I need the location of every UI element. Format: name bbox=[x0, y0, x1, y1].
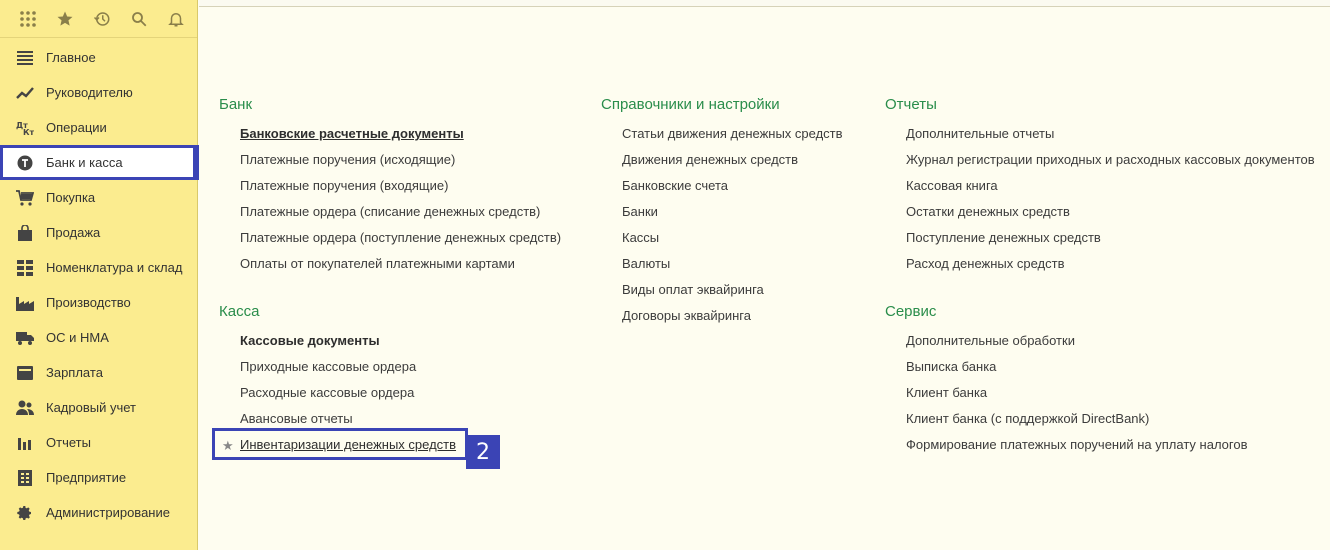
grid-icon[interactable] bbox=[9, 0, 46, 38]
link-rashodnye-ordera[interactable]: Расходные кассовые ордера bbox=[219, 384, 579, 410]
sidebar-item-kadrovyy-uchet[interactable]: Кадровый учет bbox=[0, 390, 197, 425]
trend-icon bbox=[16, 84, 34, 102]
link-dop-otchety[interactable]: Дополнительные отчеты bbox=[885, 125, 1325, 151]
sidebar-item-prodazha[interactable]: Продажа bbox=[0, 215, 197, 250]
truck-icon bbox=[16, 329, 34, 347]
sidebar-item-label: Отчеты bbox=[46, 435, 91, 450]
gear-icon bbox=[16, 504, 34, 522]
link-dvizheniya[interactable]: Движения денежных средств bbox=[601, 151, 871, 177]
sidebar-item-zarplata[interactable]: Зарплата bbox=[0, 355, 197, 390]
sidebar-item-pokupka[interactable]: Покупка bbox=[0, 180, 197, 215]
link-kassy[interactable]: Кассы bbox=[601, 229, 871, 255]
link-prihodnye-ordera[interactable]: Приходные кассовые ордера bbox=[219, 358, 579, 384]
link-bankovskie-dokumenty[interactable]: Банковские расчетные документы bbox=[219, 125, 579, 151]
sidebar-item-label: Зарплата bbox=[46, 365, 103, 380]
link-dogovory-ekvairinga[interactable]: Договоры эквайринга bbox=[601, 307, 871, 333]
favorite-star-icon[interactable]: ★ bbox=[222, 437, 234, 455]
sidebar-item-otchety[interactable]: Отчеты bbox=[0, 425, 197, 460]
sidebar-item-predpriyatie[interactable]: Предприятие bbox=[0, 460, 197, 495]
link-dop-obrabotki[interactable]: Дополнительные обработки bbox=[885, 332, 1325, 358]
cart-icon bbox=[16, 189, 34, 207]
sidebar-item-label: Производство bbox=[46, 295, 131, 310]
sidebar-item-label: Кадровый учет bbox=[46, 400, 136, 415]
sidebar-item-label: Администрирование bbox=[46, 505, 170, 520]
link-stati-dvizheniya[interactable]: Статьи движения денежных средств bbox=[601, 125, 871, 151]
building-icon bbox=[16, 469, 34, 487]
link-ostatki[interactable]: Остатки денежных средств bbox=[885, 203, 1325, 229]
sidebar-item-label: Операции bbox=[46, 120, 107, 135]
link-platezhnye-ordera-spisanie[interactable]: Платежные ордера (списание денежных сред… bbox=[219, 203, 579, 229]
star-icon[interactable] bbox=[46, 0, 83, 38]
sidebar-item-glavnoe[interactable]: Главное bbox=[0, 40, 197, 75]
section-title-otchety: Отчеты bbox=[885, 96, 937, 113]
link-postuplenie[interactable]: Поступление денежных средств bbox=[885, 229, 1325, 255]
sidebar-item-administrirovanie[interactable]: Администрирование bbox=[0, 495, 197, 530]
sidebar-item-label: Банк и касса bbox=[46, 155, 123, 170]
section-title-spravochniki: Справочники и настройки bbox=[601, 96, 780, 113]
link-kassovaya-kniga[interactable]: Кассовая книга bbox=[885, 177, 1325, 203]
link-valyuty[interactable]: Валюты bbox=[601, 255, 871, 281]
link-bankovskie-scheta[interactable]: Банковские счета bbox=[601, 177, 871, 203]
link-formirovanie-porucheniy[interactable]: Формирование платежных поручений на упла… bbox=[885, 436, 1325, 462]
bell-icon[interactable] bbox=[157, 0, 194, 38]
sidebar-item-nomenklatura[interactable]: Номенклатура и склад bbox=[0, 250, 197, 285]
sidebar-item-label: Продажа bbox=[46, 225, 101, 240]
sidebar-item-label: Предприятие bbox=[46, 470, 127, 485]
sidebar: Главное Руководителю Дт Кт Операции Банк … bbox=[0, 0, 231, 550]
column-otchety-servis: Отчеты Дополнительные отчеты Журнал реги… bbox=[885, 95, 1325, 462]
bank-coin-icon bbox=[16, 154, 34, 172]
section-title-servis: Сервис bbox=[885, 303, 937, 320]
sidebar-item-label: Главное bbox=[46, 50, 96, 65]
wallet-icon bbox=[16, 364, 34, 382]
link-vypiska-banka[interactable]: Выписка банка bbox=[885, 358, 1325, 384]
factory-icon bbox=[16, 294, 34, 312]
sidebar-item-label: Руководителю bbox=[46, 85, 133, 100]
sidebar-item-label: Покупка bbox=[46, 190, 96, 205]
annotation-badge-2: 2 bbox=[466, 435, 500, 469]
sidebar-item-bank-i-kassa[interactable]: Банк и касса bbox=[0, 145, 231, 180]
people-icon bbox=[16, 399, 34, 417]
top-bar bbox=[199, 0, 1330, 7]
link-platezhnye-ordera-postuplenie[interactable]: Платежные ордера (поступление денежных с… bbox=[219, 229, 579, 255]
dt-kt-icon: Дт Кт bbox=[16, 119, 34, 137]
bar-chart-icon bbox=[16, 434, 34, 452]
sidebar-item-label: Номенклатура и склад bbox=[46, 260, 183, 275]
section-title-bank: Банк bbox=[219, 96, 253, 113]
sidebar-item-os-i-nma[interactable]: ОС и НМА bbox=[0, 320, 197, 355]
main-content: Банк Банковские расчетные документы Плат… bbox=[199, 0, 1330, 550]
search-icon[interactable] bbox=[120, 0, 157, 38]
link-platezhnye-porucheniya-ishod[interactable]: Платежные поручения (исходящие) bbox=[219, 151, 579, 177]
link-oplaty-kartami[interactable]: Оплаты от покупателей платежными картами bbox=[219, 255, 579, 281]
menu-lines-icon bbox=[16, 49, 34, 67]
highlight-box bbox=[212, 428, 468, 460]
sidebar-toolbar bbox=[0, 0, 197, 38]
column-bank-kassa: Банк Банковские расчетные документы Плат… bbox=[212, 95, 579, 462]
sidebar-item-proizvodstvo[interactable]: Производство bbox=[0, 285, 197, 320]
link-inventarizatsii[interactable]: ★ Инвентаризации денежных средств bbox=[212, 428, 579, 462]
sidebar-item-rukovoditelyu[interactable]: Руководителю bbox=[0, 75, 197, 110]
bag-icon bbox=[16, 224, 34, 242]
link-klient-banka[interactable]: Клиент банка bbox=[885, 384, 1325, 410]
column-spravochniki: Справочники и настройки Статьи движения … bbox=[601, 95, 871, 333]
link-rashod[interactable]: Расход денежных средств bbox=[885, 255, 1325, 281]
link-platezhnye-porucheniya-vhod[interactable]: Платежные поручения (входящие) bbox=[219, 177, 579, 203]
history-icon[interactable] bbox=[83, 0, 120, 38]
sidebar-item-operatsii[interactable]: Дт Кт Операции bbox=[0, 110, 197, 145]
link-banki[interactable]: Банки bbox=[601, 203, 871, 229]
sidebar-item-label: ОС и НМА bbox=[46, 330, 109, 345]
link-klient-banka-directbank[interactable]: Клиент банка (с поддержкой DirectBank) bbox=[885, 410, 1325, 436]
section-title-kassa: Касса bbox=[219, 303, 260, 320]
link-vidy-oplat-ekvairinga[interactable]: Виды оплат эквайринга bbox=[601, 281, 871, 307]
sidebar-nav: Главное Руководителю Дт Кт Операции Банк … bbox=[0, 38, 231, 530]
link-zhurnal-registratsii[interactable]: Журнал регистрации приходных и расходных… bbox=[885, 151, 1325, 177]
svg-text:Кт: Кт bbox=[23, 128, 34, 136]
link-kassovye-dokumenty[interactable]: Кассовые документы bbox=[219, 332, 579, 358]
grid-blocks-icon bbox=[16, 259, 34, 277]
